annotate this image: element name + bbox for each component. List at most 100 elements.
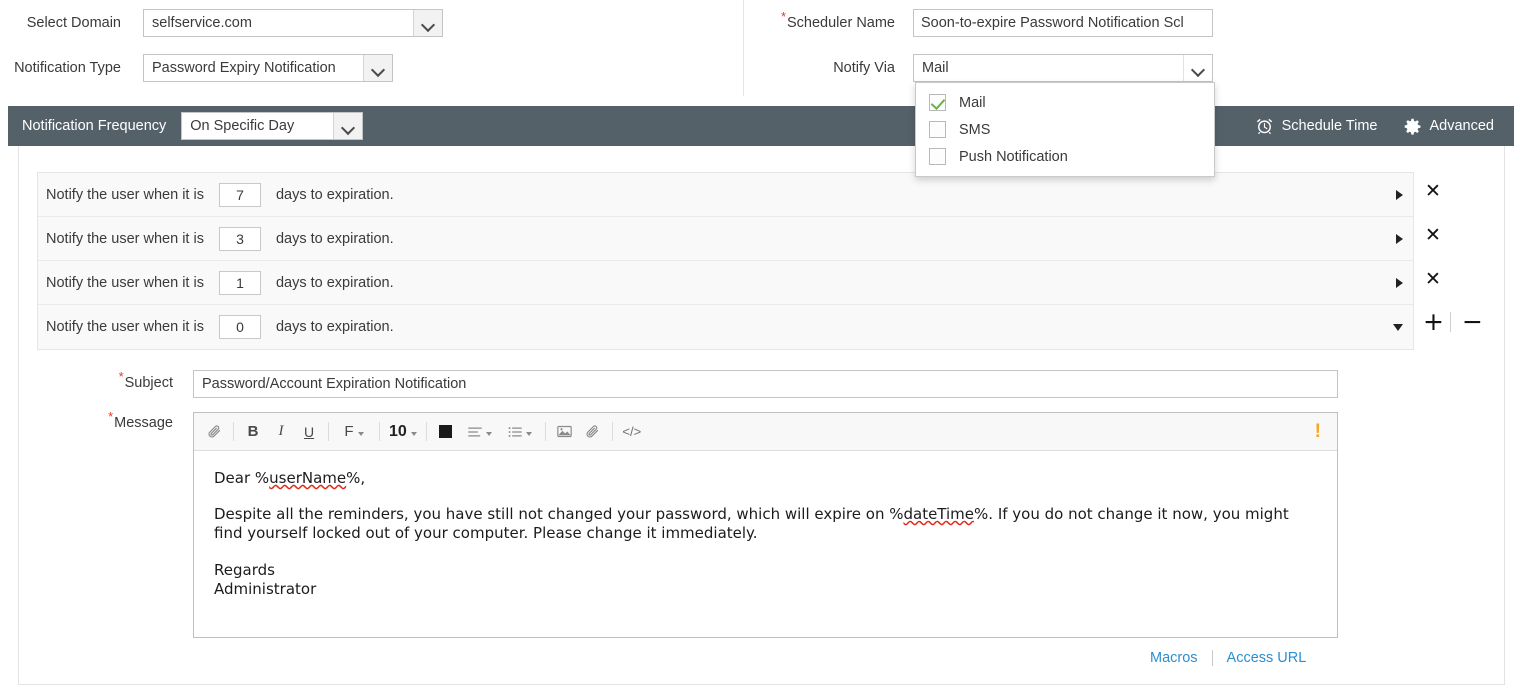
notification-type-label: Notification Type [8, 60, 121, 76]
signature: RegardsAdministrator [214, 561, 1317, 599]
notification-type-dropdown[interactable]: Password Expiry Notification [143, 54, 393, 82]
table-row: Notify the user when it is 0 days to exp… [38, 305, 1413, 349]
italic-icon[interactable]: I [267, 419, 295, 445]
warning-exclamation-icon[interactable]: ! [1315, 422, 1321, 441]
expand-row-toggle[interactable] [1396, 173, 1403, 216]
notification-frequency-toolbar: Notification Frequency On Specific Day S… [8, 106, 1514, 146]
notify-via-option-push[interactable]: Push Notification [916, 143, 1214, 170]
advanced-label: Advanced [1430, 118, 1495, 134]
chevron-right-icon [1396, 234, 1403, 244]
table-row: Notify the user when it is 3 days to exp… [38, 217, 1413, 261]
notify-via-label: Notify Via [760, 60, 895, 76]
row-prefix-text: Notify the user when it is [46, 187, 204, 203]
bold-icon[interactable]: B [239, 419, 267, 445]
access-url-link[interactable]: Access URL [1227, 650, 1307, 666]
row-suffix-text: days to expiration. [276, 319, 394, 335]
attachment-icon[interactable] [200, 419, 228, 445]
notify-via-option-mail[interactable]: Mail [916, 89, 1214, 116]
days-input[interactable]: 7 [219, 183, 261, 207]
checkbox-icon[interactable] [929, 148, 946, 165]
font-family-icon[interactable]: F [334, 419, 374, 445]
notification-frequency-dropdown[interactable]: On Specific Day [181, 112, 363, 140]
chevron-down-icon [1183, 55, 1212, 81]
required-asterisk: * [119, 369, 124, 384]
checkbox-checked-icon[interactable] [929, 94, 946, 111]
collapse-row-toggle[interactable] [1393, 305, 1403, 349]
greeting-line: Dear %userName%, [214, 469, 1317, 488]
macro-username: userName [269, 469, 346, 487]
message-paragraph: Despite all the reminders, you have stil… [214, 505, 1317, 543]
link-divider [1212, 650, 1213, 666]
notify-via-dropdown[interactable]: Mail [913, 54, 1213, 82]
required-asterisk: * [108, 409, 113, 424]
remove-row-button[interactable]: − [1462, 309, 1483, 334]
align-icon[interactable] [460, 419, 500, 445]
delete-row-button[interactable]: ✕ [1425, 182, 1441, 201]
underline-icon[interactable]: U [295, 419, 323, 445]
list-icon[interactable] [500, 419, 540, 445]
add-row-button[interactable]: + [1423, 309, 1444, 334]
schedule-time-button[interactable]: Schedule Time [1256, 118, 1378, 135]
toolbar-separator [233, 422, 234, 441]
row-suffix-text: days to expiration. [276, 231, 394, 247]
gear-icon [1404, 118, 1421, 135]
table-row: Notify the user when it is 1 days to exp… [38, 261, 1413, 305]
action-divider [1450, 312, 1451, 332]
checkbox-icon[interactable] [929, 121, 946, 138]
toolbar-separator [328, 422, 329, 441]
chevron-down-icon [333, 113, 362, 139]
toolbar-separator [426, 422, 427, 441]
row-suffix-text: days to expiration. [276, 275, 394, 291]
macros-link[interactable]: Macros [1150, 650, 1198, 666]
alarm-clock-icon [1256, 118, 1273, 135]
font-size-selector[interactable]: 10 [385, 423, 421, 441]
days-input[interactable]: 1 [219, 271, 261, 295]
notification-type-value: Password Expiry Notification [144, 55, 363, 81]
source-code-icon[interactable]: </> [618, 419, 646, 445]
notify-via-options-panel[interactable]: Mail SMS Push Notification [915, 82, 1215, 177]
days-input[interactable]: 3 [219, 227, 261, 251]
top-form-section: Select Domain selfservice.com Notificati… [0, 0, 1522, 100]
chevron-right-icon [1396, 190, 1403, 200]
toolbar-separator [379, 422, 380, 441]
notification-frequency-value: On Specific Day [182, 113, 333, 139]
subject-label: *Subject [60, 375, 173, 391]
form-divider [743, 0, 744, 96]
delete-row-button[interactable]: ✕ [1425, 226, 1441, 245]
row-suffix-text: days to expiration. [276, 187, 394, 203]
message-body[interactable]: Dear %userName%, Despite all the reminde… [194, 451, 1337, 599]
chevron-down-icon [1393, 324, 1403, 331]
message-label: *Message [60, 415, 173, 431]
required-asterisk: * [781, 9, 786, 24]
notification-rows-container: Notify the user when it is 7 days to exp… [37, 172, 1414, 350]
password-expiry-notification-scheduler-page: Select Domain selfservice.com Notificati… [0, 0, 1522, 700]
chevron-right-icon [1396, 278, 1403, 288]
schedule-time-label: Schedule Time [1282, 118, 1378, 134]
subject-input[interactable]: Password/Account Expiration Notification [193, 370, 1338, 398]
toolbar-separator [545, 422, 546, 441]
chevron-down-icon [413, 10, 442, 36]
select-domain-label: Select Domain [8, 15, 121, 31]
expand-row-toggle[interactable] [1396, 217, 1403, 260]
table-row: Notify the user when it is 7 days to exp… [38, 173, 1413, 217]
editor-toolbar: B I U F 10 [194, 413, 1337, 451]
option-label: SMS [959, 122, 990, 138]
chevron-down-icon [363, 55, 392, 81]
expand-row-toggle[interactable] [1396, 261, 1403, 304]
delete-row-button[interactable]: ✕ [1425, 270, 1441, 289]
scheduler-name-label: *Scheduler Name [760, 15, 895, 31]
text-color-icon[interactable] [432, 419, 460, 445]
macro-datetime: dateTime [903, 505, 974, 523]
image-icon[interactable] [551, 419, 579, 445]
advanced-button[interactable]: Advanced [1404, 118, 1495, 135]
option-label: Mail [959, 95, 986, 111]
message-editor: B I U F 10 [193, 412, 1338, 638]
link-icon[interactable] [579, 419, 607, 445]
notify-via-value: Mail [914, 55, 1183, 81]
select-domain-dropdown[interactable]: selfservice.com [143, 9, 443, 37]
select-domain-value: selfservice.com [144, 10, 413, 36]
notify-via-option-sms[interactable]: SMS [916, 116, 1214, 143]
row-prefix-text: Notify the user when it is [46, 319, 204, 335]
days-input[interactable]: 0 [219, 315, 261, 339]
scheduler-name-input[interactable]: Soon-to-expire Password Notification Scl [913, 9, 1213, 37]
